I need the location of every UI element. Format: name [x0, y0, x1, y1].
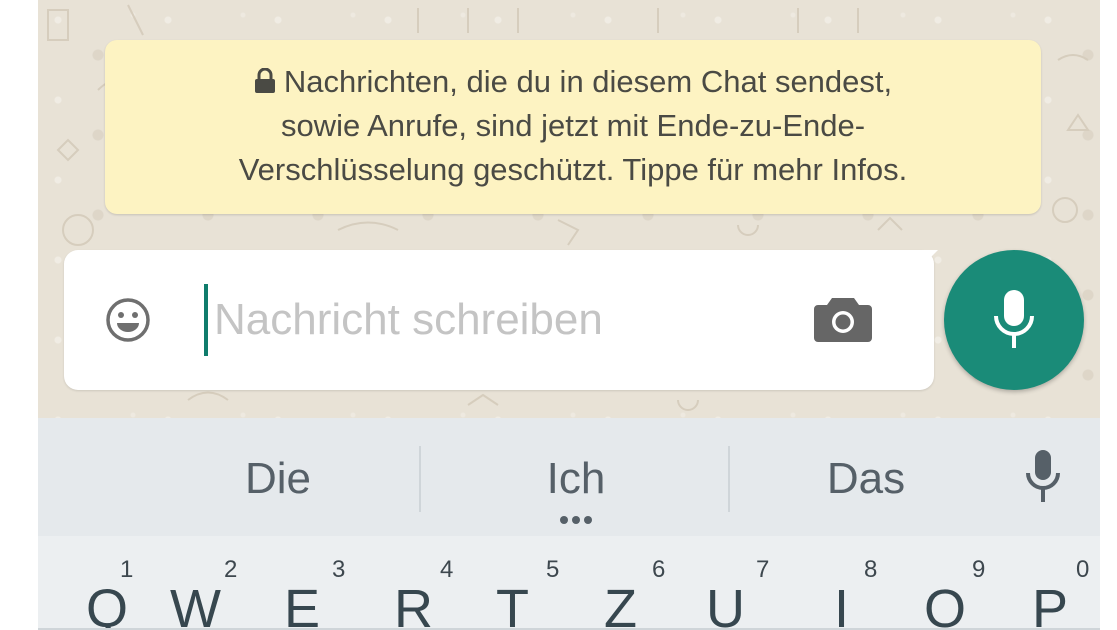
key-i[interactable]: 8 I [792, 536, 896, 630]
key-t[interactable]: 5 T [474, 536, 578, 630]
key-q[interactable]: 1 Q [50, 536, 154, 630]
key-hint: 8 [864, 556, 878, 583]
key-r[interactable]: 4 R [368, 536, 472, 630]
key-letter: T [496, 579, 529, 630]
bubble-tail [912, 250, 938, 276]
text-cursor [204, 284, 208, 356]
key-hint: 0 [1076, 556, 1090, 583]
notice-text-2: sowie Anrufe, sind jetzt mit Ende-zu-End… [280, 108, 866, 143]
key-hint: 3 [332, 556, 346, 583]
microphone-icon [994, 290, 1034, 348]
key-letter: I [834, 579, 850, 630]
encryption-notice[interactable]: Nachrichten, die du in diesem Chat sende… [105, 40, 1041, 214]
notice-line-1: Nachrichten, die du in diesem Chat sende… [105, 60, 1041, 104]
key-hint: 9 [972, 556, 986, 583]
key-letter: U [706, 579, 745, 630]
key-letter: Z [604, 579, 637, 630]
suggestion-strip: Die Ich Das [38, 418, 1100, 536]
key-hint: 7 [756, 556, 770, 583]
key-hint: 6 [652, 556, 666, 583]
keyboard-top-row: 1 Q 2 W 3 E 4 R 5 T 6 Z 7 U 8 I 9 O 0 P [38, 536, 1100, 630]
key-letter: P [1032, 579, 1069, 630]
suggestion-divider [728, 446, 730, 512]
key-letter: O [924, 579, 967, 630]
message-composer [64, 250, 934, 390]
key-o[interactable]: 9 O [898, 536, 1002, 630]
key-z[interactable]: 6 Z [580, 536, 684, 630]
key-letter: W [170, 579, 221, 630]
camera-icon[interactable] [814, 292, 872, 344]
key-e[interactable]: 3 E [262, 536, 366, 630]
voice-message-button[interactable] [944, 250, 1084, 390]
suggestion-divider [419, 446, 421, 512]
key-letter: R [394, 579, 433, 630]
key-hint: 5 [546, 556, 560, 583]
key-hint: 2 [224, 556, 238, 583]
key-w[interactable]: 2 W [156, 536, 260, 630]
voice-input-icon[interactable] [1023, 448, 1063, 508]
suggestion-word-1[interactable]: Die [168, 454, 388, 504]
key-hint: 4 [440, 556, 454, 583]
more-suggestions-icon[interactable] [551, 514, 601, 526]
emoji-icon[interactable] [104, 296, 152, 344]
notice-text-1: Nachrichten, die du in diesem Chat sende… [283, 64, 893, 99]
lock-icon [254, 68, 275, 93]
suggestion-word-2[interactable]: Ich [466, 454, 686, 504]
notice-text-3: Verschlüsselung geschützt. Tippe für meh… [238, 152, 908, 187]
key-letter: Q [86, 579, 129, 630]
key-letter: E [284, 579, 321, 630]
message-input[interactable] [214, 278, 774, 362]
suggestion-word-3[interactable]: Das [756, 454, 976, 504]
key-p[interactable]: 0 P [996, 536, 1100, 630]
whatsapp-chat-screen: Nachrichten, die du in diesem Chat sende… [38, 0, 1100, 630]
key-u[interactable]: 7 U [686, 536, 790, 630]
